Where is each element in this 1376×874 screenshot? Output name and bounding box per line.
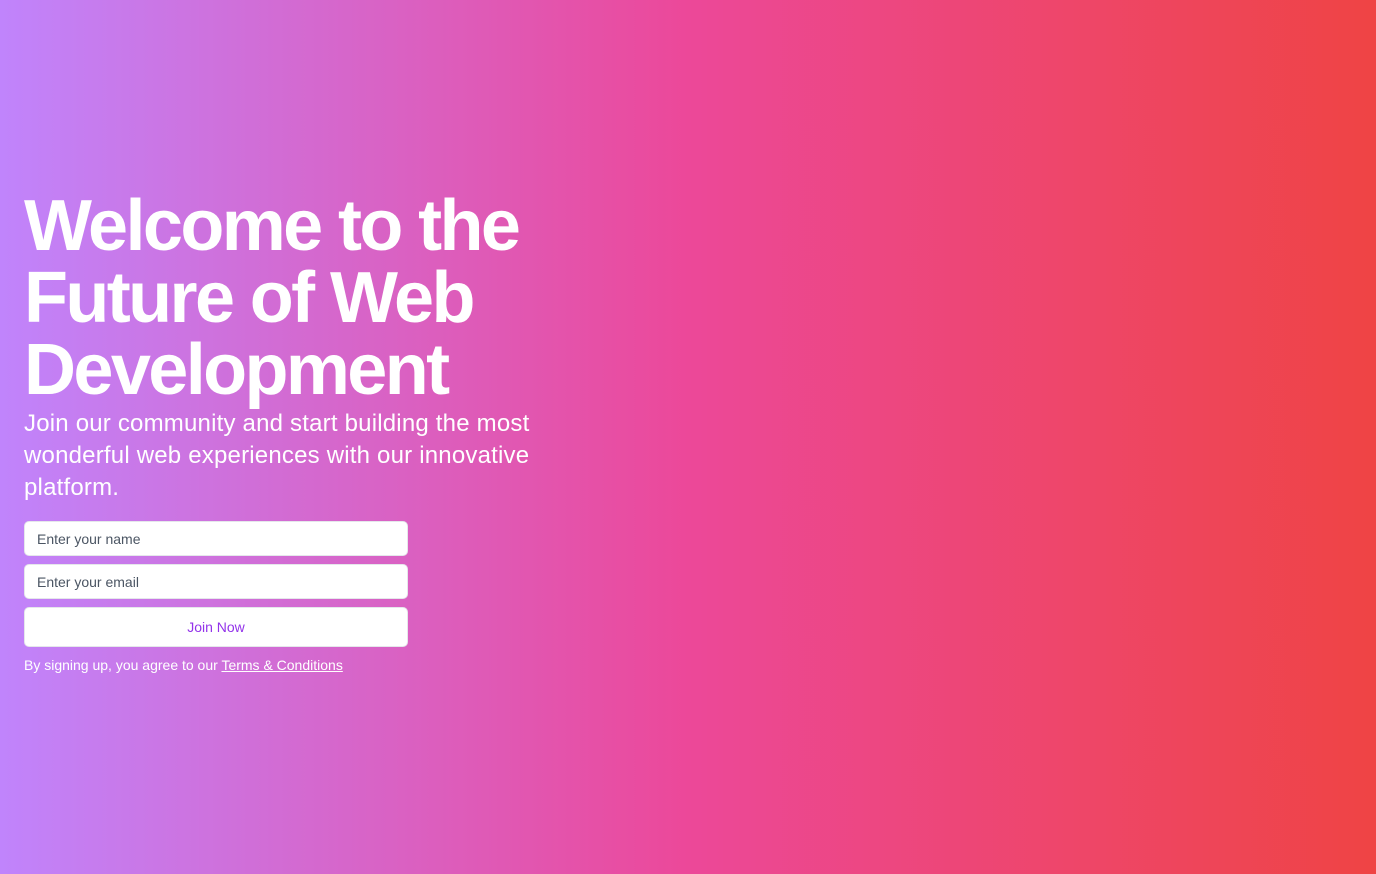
hero-subheadline: Join our community and start building th… bbox=[24, 410, 530, 501]
terms-link[interactable]: Terms & Conditions bbox=[221, 657, 342, 673]
terms-notice: By signing up, you agree to our Terms & … bbox=[24, 657, 604, 673]
join-now-button[interactable]: Join Now bbox=[24, 607, 408, 647]
hero-section: Welcome to the Future of Web Development… bbox=[24, 190, 604, 673]
hero-headline: Welcome to the Future of Web Development bbox=[24, 186, 521, 410]
email-input[interactable] bbox=[24, 564, 408, 599]
terms-prefix: By signing up, you agree to our bbox=[24, 657, 222, 673]
signup-form: Join Now bbox=[24, 521, 408, 647]
name-input[interactable] bbox=[24, 521, 408, 556]
